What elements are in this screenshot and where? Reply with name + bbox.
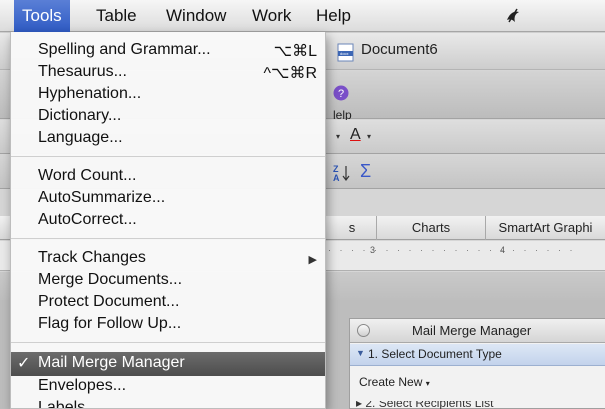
section-label: 1. Select Document Type	[368, 347, 502, 361]
sort-icon[interactable]: Z A	[333, 163, 351, 183]
chevron-down-icon[interactable]: ▾	[367, 132, 371, 141]
mail-merge-manager-panel: Mail Merge Manager ▼ 1. Select Document …	[349, 318, 605, 409]
tab-charts[interactable]: Charts	[376, 216, 485, 240]
svg-text:?: ?	[338, 88, 344, 100]
document-icon: docx	[337, 43, 354, 62]
shortcut: ⌥⌘L	[273, 43, 317, 60]
shortcut: ^⌥⌘R	[263, 65, 318, 82]
menu-item-dictionary[interactable]: Dictionary...	[11, 106, 325, 128]
menu-item-thesaurus[interactable]: Thesaurus... ^⌥⌘R	[11, 62, 325, 84]
menu-item-merge-documents[interactable]: Merge Documents...	[11, 270, 325, 292]
ruler-mark: 4	[500, 245, 506, 255]
chevron-down-icon[interactable]: ▾	[336, 132, 340, 141]
menu-item-mail-merge-manager[interactable]: ✓ Mail Merge Manager	[11, 352, 325, 376]
panel-titlebar: Mail Merge Manager	[350, 319, 605, 343]
checkmark-icon: ✓	[17, 355, 31, 372]
menu-item-language[interactable]: Language...	[11, 128, 325, 150]
autosum-icon[interactable]: Σ	[360, 161, 371, 182]
disclosure-triangle-icon[interactable]: ▼	[356, 348, 365, 358]
svg-text:A: A	[333, 173, 340, 183]
menu-help[interactable]: Help	[308, 0, 359, 32]
font-color-button[interactable]: A	[350, 126, 361, 144]
menu-separator	[11, 342, 325, 343]
menu-table[interactable]: Table	[88, 0, 145, 32]
menu-item-word-count[interactable]: Word Count...	[11, 166, 325, 188]
tools-menu-dropdown: Spelling and Grammar... ⌥⌘L Thesaurus...…	[10, 32, 326, 409]
svg-text:docx: docx	[340, 51, 348, 56]
menu-item-autosummarize[interactable]: AutoSummarize...	[11, 188, 325, 210]
menu-item-autocorrect[interactable]: AutoCorrect...	[11, 210, 325, 232]
create-new-label: Create New	[359, 375, 423, 389]
section-label: ▸ 2. Select Recipients List	[356, 401, 494, 409]
menu-window[interactable]: Window	[158, 0, 234, 32]
section-select-recipients[interactable]: ▸ 2. Select Recipients List	[350, 401, 605, 409]
ruler-mark: 3	[370, 245, 376, 255]
help-icon[interactable]: ?	[333, 85, 349, 101]
create-new-button[interactable]: Create New ▾	[359, 375, 430, 389]
menu-bar: Tools Table Window Work Help	[0, 0, 605, 32]
ruler-ticks: · · · · · · · · · · · · · · · · · · · · …	[328, 245, 576, 255]
menu-tools[interactable]: Tools	[14, 0, 70, 32]
submenu-arrow-icon: ▶	[308, 254, 317, 266]
menu-item-protect-document[interactable]: Protect Document...	[11, 292, 325, 314]
panel-title: Mail Merge Manager	[412, 323, 532, 338]
menu-separator	[11, 156, 325, 157]
menu-separator	[11, 238, 325, 239]
close-icon[interactable]	[357, 324, 370, 337]
tab-smartart[interactable]: SmartArt Graphi	[485, 216, 605, 240]
menu-item-flag-follow-up[interactable]: Flag for Follow Up...	[11, 314, 325, 336]
menu-item-spelling-grammar[interactable]: Spelling and Grammar... ⌥⌘L	[11, 40, 325, 62]
chevron-down-icon: ▾	[425, 379, 430, 388]
menu-item-hyphenation[interactable]: Hyphenation...	[11, 84, 325, 106]
script-menu-icon[interactable]	[503, 6, 523, 26]
tab-tables[interactable]: s	[328, 216, 376, 240]
menu-item-labels[interactable]: Labels...	[11, 398, 325, 408]
menu-item-envelopes[interactable]: Envelopes...	[11, 376, 325, 398]
section-select-document-type[interactable]: ▼ 1. Select Document Type	[350, 344, 605, 366]
menu-work[interactable]: Work	[244, 0, 299, 32]
menu-item-track-changes[interactable]: Track Changes ▶	[11, 248, 325, 270]
document-title: Document6	[361, 41, 438, 58]
